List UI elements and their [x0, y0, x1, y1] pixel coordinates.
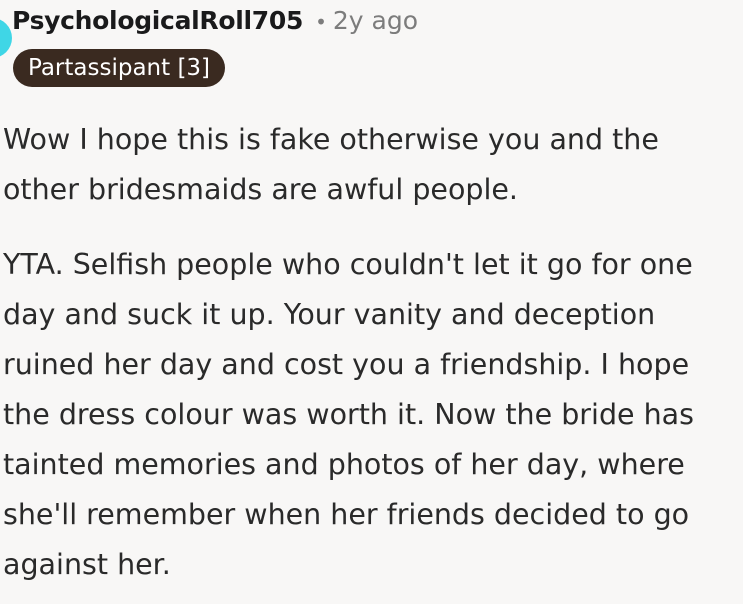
- comment-paragraph: Wow I hope this is fake otherwise you an…: [3, 123, 659, 206]
- comment-paragraph: YTA. Selfish people who couldn't let it …: [3, 248, 694, 581]
- comment: PsychologicalRoll705 • 2y ago Partassipa…: [0, 0, 743, 604]
- username-link[interactable]: PsychologicalRoll705: [12, 6, 303, 35]
- separator-dot: •: [315, 10, 327, 34]
- comment-header: PsychologicalRoll705 • 2y ago: [12, 6, 418, 35]
- user-flair-badge: Partassipant [3]: [13, 49, 226, 87]
- comment-timestamp[interactable]: 2y ago: [333, 6, 418, 35]
- comment-body: Wow I hope this is fake otherwise you an…: [3, 115, 741, 604]
- user-avatar[interactable]: [0, 18, 12, 58]
